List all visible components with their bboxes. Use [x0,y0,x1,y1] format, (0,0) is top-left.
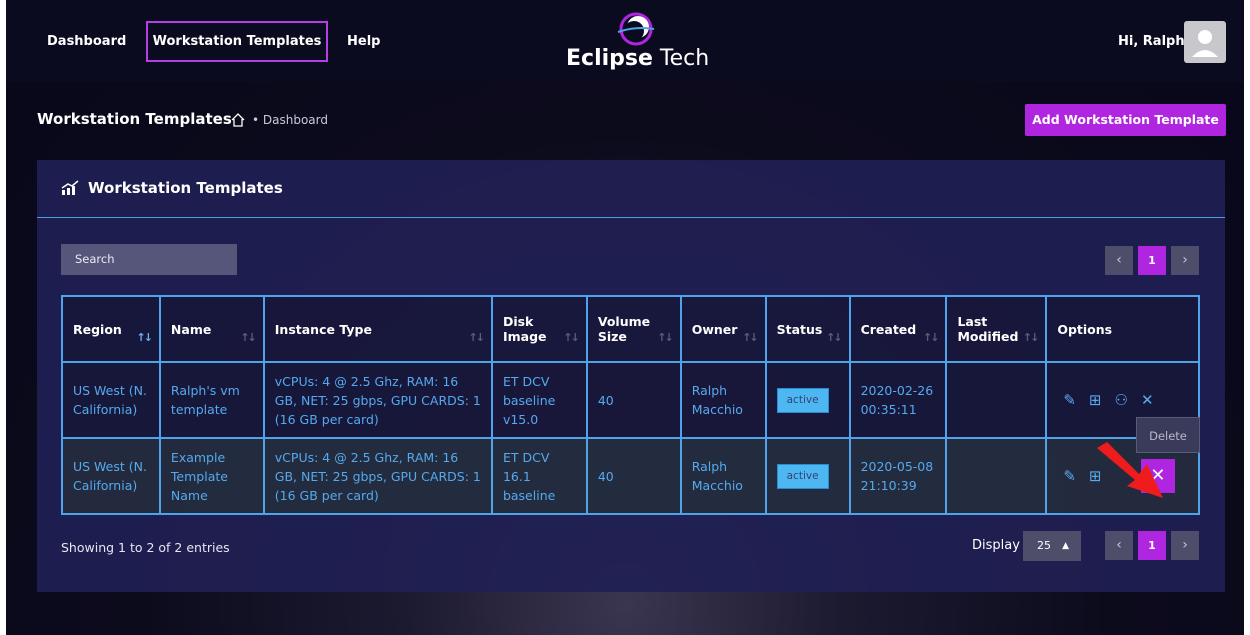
prev-page-button[interactable]: ‹ [1105,531,1133,560]
breadcrumb-dashboard[interactable]: • Dashboard [252,113,328,127]
table-header-row: Region ↑↓ Name ↑↓ Instance Type ↑↓ Disk Ima… [61,295,1200,363]
cell-created[interactable]: 2020-02-26 00:35:11 [848,361,948,439]
brand-logo[interactable]: Eclipse Tech [566,12,710,72]
user-greeting: Hi, Ralph [1118,34,1185,49]
panel-title: Workstation Templates [88,179,283,197]
page-1-button[interactable]: 1 [1138,531,1166,560]
eclipse-logo-icon [617,12,655,46]
column-header-owner[interactable]: Owner ↑↓ [679,295,767,363]
column-header-last-modified[interactable]: Last Modified ↑↓ [945,295,1048,363]
nav-dashboard[interactable]: Dashboard [47,21,126,62]
templates-table: Region ↑↓ Name ↑↓ Instance Type ↑↓ Disk Ima… [61,295,1200,515]
chart-icon [61,180,79,195]
top-navbar: Dashboard Workstation Templates Help Ecl… [6,0,1244,82]
home-icon[interactable] [230,112,246,128]
cell-region[interactable]: US West (N. California) [61,437,161,515]
person-icon [1192,30,1218,57]
brand-name: Eclipse Tech [566,46,710,71]
status-badge: active [776,463,829,489]
cell-owner[interactable]: Ralph Macchio [679,437,767,515]
edit-icon[interactable]: ✎ [1063,467,1076,486]
edit-icon[interactable]: ✎ [1063,391,1076,410]
bottom-pagination: ‹ 1 › [1105,531,1200,560]
sort-icon[interactable]: ↑↓ [469,331,486,344]
display-label: Display [972,538,1020,553]
column-header-disk-image[interactable]: Disk Image ↑↓ [490,295,588,363]
cell-status: active [764,437,851,515]
table-row: US West (N. California) Example Template… [61,437,1200,515]
sort-icon[interactable]: ↑↓ [1023,331,1040,344]
column-header-volume-size[interactable]: Volume Size ↑↓ [585,295,682,363]
sort-icon[interactable]: ↑↓ [742,331,759,344]
column-header-options: Options [1045,295,1200,363]
prev-page-button[interactable]: ‹ [1105,246,1133,275]
column-header-status[interactable]: Status ↑↓ [764,295,851,363]
cell-disk-image[interactable]: ET DCV baseline v15.0 [490,361,588,439]
cell-instance-type[interactable]: vCPUs: 4 @ 2.5 Ghz, RAM: 16 GB, NET: 25 … [262,361,493,439]
nav-workstation-templates[interactable]: Workstation Templates [146,21,328,62]
cell-last-modified[interactable] [945,437,1048,515]
users-icon[interactable]: ⚇ [1115,391,1128,410]
sort-icon[interactable]: ↑↓ [923,331,940,344]
cell-instance-type[interactable]: vCPUs: 4 @ 2.5 Ghz, RAM: 16 GB, NET: 25 … [262,437,493,515]
page: Dashboard Workstation Templates Help Ecl… [6,0,1244,635]
next-page-button[interactable]: › [1171,531,1199,560]
delete-icon[interactable]: ✕ [1141,391,1154,410]
top-pagination: ‹ 1 › [1105,246,1200,275]
add-workstation-template-button[interactable]: Add Workstation Template [1025,104,1226,136]
table-row: US West (N. California) Ralph's vm templ… [61,361,1200,439]
next-page-button[interactable]: › [1171,246,1199,275]
column-header-created[interactable]: Created ↑↓ [848,295,948,363]
cell-name[interactable]: Ralph's vm template [158,361,265,439]
select-chevron-icon: ▲ [1062,541,1069,551]
nav-help[interactable]: Help [347,21,380,62]
add-icon[interactable]: ⊞ [1089,391,1102,410]
cell-name[interactable]: Example Template Name [158,437,265,515]
cell-region[interactable]: US West (N. California) [61,361,161,439]
cell-volume-size[interactable]: 40 [585,361,682,439]
cell-owner[interactable]: Ralph Macchio [679,361,767,439]
sort-asc-icon[interactable]: ↑↓ [136,331,153,344]
page-title: Workstation Templates [37,110,232,128]
page-1-button[interactable]: 1 [1138,246,1166,275]
user-avatar-icon[interactable] [1184,21,1226,63]
cell-last-modified[interactable] [945,361,1048,439]
red-arrow-icon [1097,442,1163,498]
sort-icon[interactable]: ↑↓ [657,331,674,344]
column-header-region[interactable]: Region ↑↓ [61,295,161,363]
page-size-select[interactable]: 25 ▲ [1023,531,1081,561]
entries-info: Showing 1 to 2 of 2 entries [61,540,230,555]
templates-panel: Workstation Templates Search ‹ 1 › Regio… [37,160,1225,592]
search-input[interactable]: Search [61,244,237,275]
column-header-name[interactable]: Name ↑↓ [158,295,265,363]
column-header-instance-type[interactable]: Instance Type ↑↓ [262,295,493,363]
cell-volume-size[interactable]: 40 [585,437,682,515]
panel-header: Workstation Templates [37,160,1225,218]
status-badge: active [776,387,829,413]
cell-created[interactable]: 2020-05-08 21:10:39 [848,437,948,515]
cell-status: active [764,361,851,439]
cell-disk-image[interactable]: ET DCV 16.1 baseline [490,437,588,515]
sort-icon[interactable]: ↑↓ [240,331,257,344]
sort-icon[interactable]: ↑↓ [826,331,843,344]
sort-icon[interactable]: ↑↓ [563,331,580,344]
